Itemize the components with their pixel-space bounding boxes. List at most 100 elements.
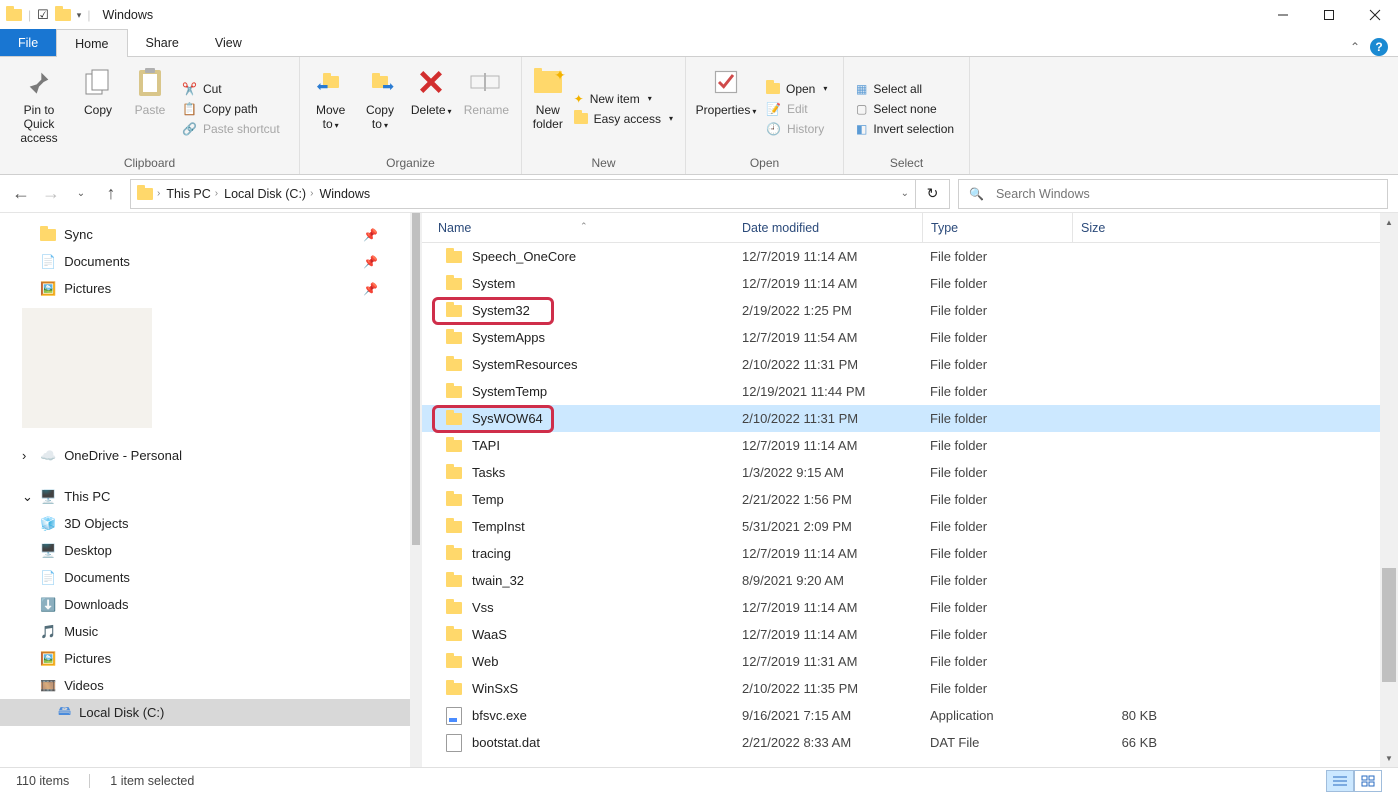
nav-item-pictures2[interactable]: 🖼️Pictures xyxy=(0,645,410,672)
select-all-button[interactable]: ▦Select all xyxy=(852,80,958,98)
nav-scroll-thumb[interactable] xyxy=(412,213,420,545)
nav-back-button[interactable]: ← xyxy=(10,183,32,205)
tab-home[interactable]: Home xyxy=(56,29,127,57)
header-date[interactable]: Date modified xyxy=(742,221,922,235)
header-type[interactable]: Type xyxy=(922,213,1072,242)
folder-quick-icon[interactable] xyxy=(55,9,71,21)
paste-button[interactable]: Paste xyxy=(126,63,174,154)
pin-quick-access-button[interactable]: Pin to Quick access xyxy=(8,63,70,154)
item-type: File folder xyxy=(922,384,1072,399)
tab-view[interactable]: View xyxy=(197,29,260,56)
nav-item-documents[interactable]: 📄Documents📌 xyxy=(0,248,410,275)
nav-item-pictures[interactable]: 🖼️Pictures📌 xyxy=(0,275,410,302)
tab-share[interactable]: Share xyxy=(128,29,197,56)
delete-button[interactable]: Delete▾ xyxy=(407,63,456,154)
list-scrollbar[interactable]: ▲ ▼ xyxy=(1380,213,1398,767)
new-folder-button[interactable]: ✦ New folder xyxy=(530,63,566,154)
move-to-button[interactable]: ⬅ Move to▾ xyxy=(308,63,353,154)
copy-path-button[interactable]: 📋Copy path xyxy=(178,100,284,118)
table-row[interactable]: System322/19/2022 1:25 PMFile folder xyxy=(422,297,1380,324)
scroll-up-icon[interactable]: ▲ xyxy=(1380,213,1398,231)
table-row[interactable]: SystemApps12/7/2019 11:54 AMFile folder xyxy=(422,324,1380,351)
breadcrumb-localdisk[interactable]: Local Disk (C:) xyxy=(224,187,306,201)
table-row[interactable]: SystemResources2/10/2022 11:31 PMFile fo… xyxy=(422,351,1380,378)
edit-button[interactable]: 📝Edit xyxy=(762,100,831,118)
breadcrumb-thispc[interactable]: This PC xyxy=(166,187,210,201)
table-row[interactable]: TAPI12/7/2019 11:14 AMFile folder xyxy=(422,432,1380,459)
table-row[interactable]: twain_328/9/2021 9:20 AMFile folder xyxy=(422,567,1380,594)
copy-button[interactable]: Copy xyxy=(74,63,122,154)
table-row[interactable]: tracing12/7/2019 11:14 AMFile folder xyxy=(422,540,1380,567)
nav-forward-button[interactable]: → xyxy=(40,183,62,205)
table-row[interactable]: bfsvc.exe9/16/2021 7:15 AMApplication80 … xyxy=(422,702,1380,729)
nav-item-3dobjects[interactable]: 🧊3D Objects xyxy=(0,510,410,537)
help-icon[interactable]: ? xyxy=(1370,38,1388,56)
properties-quick-icon[interactable]: ☑ xyxy=(37,7,49,23)
nav-item-thispc[interactable]: ⌄🖥️This PC xyxy=(0,483,410,510)
cut-button[interactable]: ✂️Cut xyxy=(178,80,284,98)
nav-item-onedrive[interactable]: ›☁️OneDrive - Personal xyxy=(0,442,410,469)
table-row[interactable]: SystemTemp12/19/2021 11:44 PMFile folder xyxy=(422,378,1380,405)
table-row[interactable]: SysWOW642/10/2022 11:31 PMFile folder xyxy=(422,405,1380,432)
open-button[interactable]: Open▾ xyxy=(762,80,831,98)
nav-recent-dropdown[interactable]: ⌄ xyxy=(70,183,92,205)
scissors-icon: ✂️ xyxy=(182,82,197,96)
search-input[interactable] xyxy=(994,186,1377,202)
search-box[interactable]: 🔍 xyxy=(958,179,1388,209)
copy-to-button[interactable]: ➡ Copy to▾ xyxy=(357,63,402,154)
paste-shortcut-button[interactable]: 🔗Paste shortcut xyxy=(178,120,284,138)
history-button[interactable]: 🕘History xyxy=(762,120,831,138)
paste-icon xyxy=(135,66,165,98)
breadcrumb-windows[interactable]: Windows xyxy=(319,187,370,201)
scroll-down-icon[interactable]: ▼ xyxy=(1380,749,1398,767)
nav-item-videos[interactable]: 🎞️Videos xyxy=(0,672,410,699)
list-scroll-thumb[interactable] xyxy=(1382,568,1396,682)
dropdown-quick-icon[interactable]: ▾ xyxy=(77,10,82,21)
table-row[interactable]: WaaS12/7/2019 11:14 AMFile folder xyxy=(422,621,1380,648)
addr-dropdown-icon[interactable]: ⌄ xyxy=(901,188,909,199)
nav-item-localdisk[interactable]: 🖴Local Disk (C:) xyxy=(0,699,410,726)
select-none-button[interactable]: ▢Select none xyxy=(852,100,958,118)
table-row[interactable]: TempInst5/31/2021 2:09 PMFile folder xyxy=(422,513,1380,540)
header-size[interactable]: Size xyxy=(1072,213,1167,242)
minimize-button[interactable] xyxy=(1260,0,1306,30)
item-type: File folder xyxy=(922,492,1072,507)
nav-item-desktop[interactable]: 🖥️Desktop xyxy=(0,537,410,564)
new-item-button[interactable]: ✦New item▾ xyxy=(570,90,677,108)
nav-up-button[interactable]: ↑ xyxy=(100,183,122,205)
table-row[interactable]: Temp2/21/2022 1:56 PMFile folder xyxy=(422,486,1380,513)
pin-icon xyxy=(25,68,53,96)
nav-item-downloads[interactable]: ⬇️Downloads xyxy=(0,591,410,618)
file-list: Speech_OneCore12/7/2019 11:14 AMFile fol… xyxy=(422,243,1380,767)
pictures-icon: 🖼️ xyxy=(40,281,56,297)
group-label-select: Select xyxy=(844,156,969,174)
folder-icon xyxy=(446,305,462,317)
collapse-ribbon-icon[interactable]: ⌃ xyxy=(1350,40,1360,54)
invert-selection-button[interactable]: ◧Invert selection xyxy=(852,120,958,138)
close-button[interactable] xyxy=(1352,0,1398,30)
table-row[interactable]: Tasks1/3/2022 9:15 AMFile folder xyxy=(422,459,1380,486)
view-large-button[interactable] xyxy=(1354,770,1382,792)
table-row[interactable]: Web12/7/2019 11:31 AMFile folder xyxy=(422,648,1380,675)
item-date: 2/19/2022 1:25 PM xyxy=(742,303,922,318)
refresh-button[interactable]: ↻ xyxy=(916,179,950,209)
easy-access-button[interactable]: Easy access▾ xyxy=(570,110,677,128)
item-name: Speech_OneCore xyxy=(472,249,576,264)
address-bar[interactable]: ›This PC ›Local Disk (C:) ›Windows ⌄ xyxy=(130,179,916,209)
rename-button[interactable]: Rename xyxy=(460,63,513,154)
nav-item-sync[interactable]: Sync📌 xyxy=(0,221,410,248)
table-row[interactable]: Speech_OneCore12/7/2019 11:14 AMFile fol… xyxy=(422,243,1380,270)
maximize-button[interactable] xyxy=(1306,0,1352,30)
properties-button[interactable]: Properties▾ xyxy=(694,63,758,154)
nav-item-music[interactable]: 🎵Music xyxy=(0,618,410,645)
table-row[interactable]: Vss12/7/2019 11:14 AMFile folder xyxy=(422,594,1380,621)
header-name[interactable]: Name⌃ xyxy=(422,221,742,235)
table-row[interactable]: WinSxS2/10/2022 11:35 PMFile folder xyxy=(422,675,1380,702)
view-details-button[interactable] xyxy=(1326,770,1354,792)
tab-file[interactable]: File xyxy=(0,29,56,56)
table-row[interactable]: bootstat.dat2/21/2022 8:33 AMDAT File66 … xyxy=(422,729,1380,756)
folder-icon xyxy=(446,332,462,344)
nav-item-documents2[interactable]: 📄Documents xyxy=(0,564,410,591)
nav-pane-scrollbar[interactable] xyxy=(410,213,422,767)
table-row[interactable]: System12/7/2019 11:14 AMFile folder xyxy=(422,270,1380,297)
